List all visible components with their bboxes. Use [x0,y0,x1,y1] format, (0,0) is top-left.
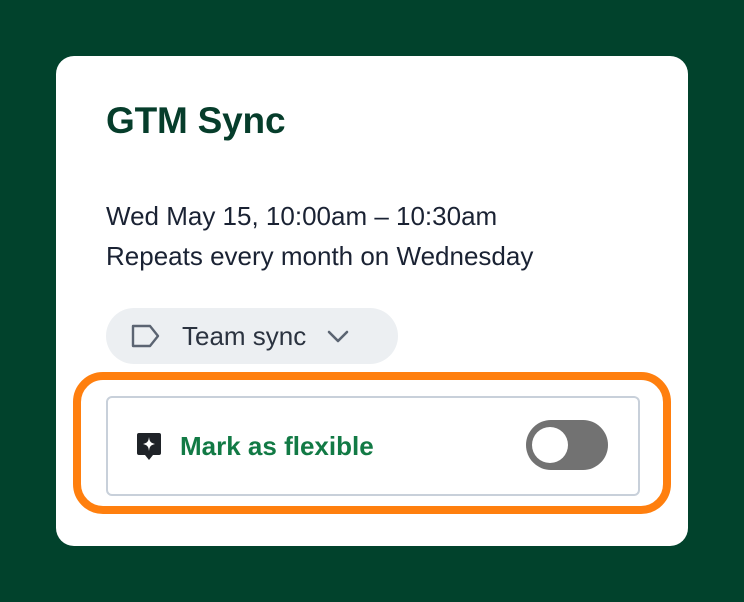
event-card: GTM Sync Wed May 15, 10:00am – 10:30am R… [56,56,688,546]
tag-icon [130,322,162,350]
event-recurrence: Repeats every month on Wednesday [106,241,534,271]
flexible-toggle[interactable] [526,420,608,470]
toggle-knob [532,427,568,463]
sparkle-icon [136,432,162,462]
category-label: Team sync [182,320,307,351]
event-datetime: Wed May 15, 10:00am – 10:30am [106,201,498,231]
mark-flexible-row[interactable]: Mark as flexible [106,396,640,496]
chevron-down-icon [324,322,352,350]
mark-flexible-label: Mark as flexible [180,431,374,461]
event-title: GTM Sync [106,100,286,141]
category-dropdown[interactable]: Team sync [106,308,398,364]
